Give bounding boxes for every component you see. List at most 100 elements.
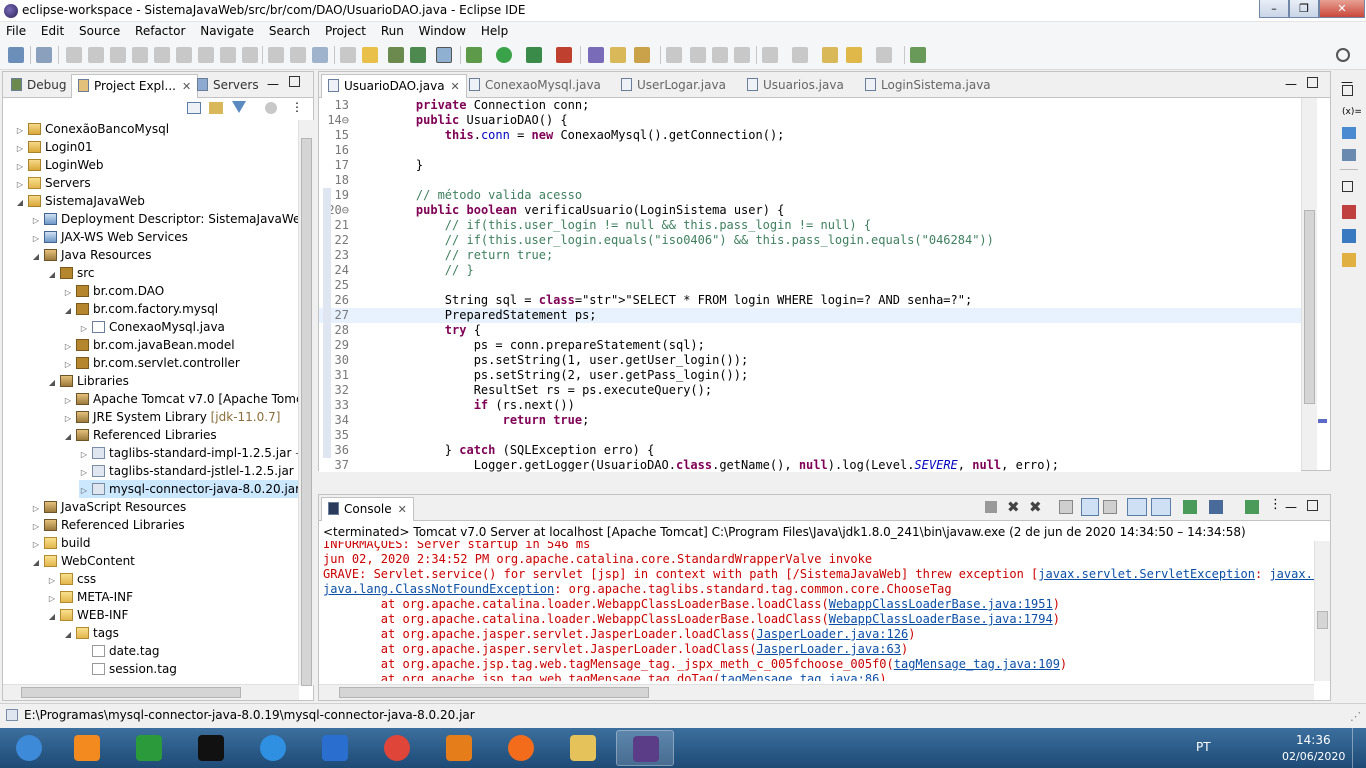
run-icon[interactable] bbox=[496, 47, 512, 63]
close-tab-icon[interactable]: ✕ bbox=[398, 503, 407, 516]
code-line[interactable]: 20⊖ public boolean verificaUsuario(Login… bbox=[319, 203, 1301, 218]
code-line[interactable]: 16 bbox=[319, 143, 1301, 158]
new-package-icon[interactable] bbox=[610, 47, 626, 63]
code-line[interactable]: 35 bbox=[319, 428, 1301, 443]
menu-run[interactable]: Run bbox=[375, 22, 409, 38]
search-tool-icon[interactable] bbox=[666, 47, 682, 63]
menu-refactor[interactable]: Refactor bbox=[129, 22, 190, 38]
tree-item[interactable]: ◢ WebContent bbox=[31, 552, 135, 570]
variables-icon[interactable]: (x)= bbox=[1342, 107, 1362, 117]
clock-date[interactable]: 02/06/2020 bbox=[1282, 750, 1345, 763]
tree-item[interactable]: ▷taglibs-standard-impl-1.2.5.jar - E:\I bbox=[79, 444, 299, 462]
toggle-ant-editor-icon[interactable] bbox=[690, 47, 706, 63]
step-over-icon[interactable] bbox=[176, 47, 192, 63]
step-into-icon[interactable] bbox=[154, 47, 170, 63]
tree-item[interactable]: ◢ Referenced Libraries bbox=[63, 426, 217, 444]
tree-item[interactable]: date.tag bbox=[79, 642, 160, 660]
tree-item[interactable]: ◢ br.com.factory.mysql bbox=[63, 300, 218, 318]
code-line[interactable]: 23 // return true; bbox=[319, 248, 1301, 263]
tree-item[interactable]: ▷ Deployment Descriptor: SistemaJavaWeb bbox=[31, 210, 299, 228]
menu-help[interactable]: Help bbox=[475, 22, 513, 38]
open-type-icon[interactable] bbox=[312, 47, 328, 63]
last-edit-location-icon[interactable] bbox=[822, 47, 838, 63]
tab-userlogar[interactable]: UserLogar.java bbox=[615, 74, 732, 98]
maximize-console-icon[interactable] bbox=[1307, 500, 1318, 511]
external-tools-icon[interactable] bbox=[556, 47, 572, 63]
tree-item[interactable]: ▷ ConexãoBancoMysql bbox=[15, 120, 169, 138]
build-icon[interactable] bbox=[362, 47, 378, 63]
minimize-editor-icon[interactable]: — bbox=[1285, 77, 1297, 91]
show-on-stderr-icon[interactable] bbox=[1151, 498, 1171, 516]
code-line[interactable]: 18 bbox=[319, 173, 1301, 188]
java-ee-icon[interactable] bbox=[388, 47, 404, 63]
open-perspective-icon[interactable] bbox=[910, 47, 926, 63]
menu-edit[interactable]: Edit bbox=[35, 22, 69, 38]
minimize-button[interactable]: – bbox=[1259, 0, 1289, 18]
code-line[interactable]: 33 if (rs.next()) bbox=[319, 398, 1301, 413]
expand-icon[interactable]: ◢ bbox=[15, 194, 25, 212]
toggle-mark-occurrences-icon[interactable] bbox=[436, 47, 452, 63]
code-line[interactable]: 36 } catch (SQLException erro) { bbox=[319, 443, 1301, 458]
stack-trace-link[interactable]: WebappClassLoaderBase.java:1794 bbox=[829, 612, 1053, 626]
tree-item[interactable]: ▷ br.com.servlet.controller bbox=[63, 354, 240, 372]
menu-navigate[interactable]: Navigate bbox=[194, 22, 259, 38]
tree-item[interactable]: ▷ br.com.DAO bbox=[63, 282, 164, 300]
chrome-taskbar-button[interactable] bbox=[368, 730, 426, 766]
skip-breakpoints-icon[interactable] bbox=[36, 47, 52, 63]
code-line[interactable]: 21 // if(this.user_login != null && this… bbox=[319, 218, 1301, 233]
tree-item[interactable]: ▷ Referenced Libraries bbox=[31, 516, 185, 534]
view-options-icon[interactable] bbox=[265, 102, 277, 114]
stack-trace-link[interactable]: WebappClassLoaderBase.java:1951 bbox=[829, 597, 1053, 611]
palette-icon[interactable] bbox=[1342, 253, 1356, 267]
tree-item[interactable]: ▷ Login01 bbox=[15, 138, 93, 156]
tab-usuariodao[interactable]: UsuarioDAO.java ✕ bbox=[321, 74, 467, 98]
tab-conexaomysql[interactable]: ConexaoMysql.java bbox=[463, 74, 607, 98]
sublime-text-taskbar-button[interactable] bbox=[430, 730, 488, 766]
tree-item[interactable]: ▷taglibs-standard-jstlel-1.2.5.jar - E:\… bbox=[79, 462, 299, 480]
editor-vertical-scrollbar[interactable] bbox=[1301, 98, 1317, 470]
firefox-taskbar-button[interactable] bbox=[492, 730, 550, 766]
windows-start-taskbar-button[interactable] bbox=[0, 730, 58, 766]
expressions-icon[interactable] bbox=[1342, 149, 1356, 161]
maximize-view-icon[interactable] bbox=[289, 76, 300, 87]
code-line[interactable]: 27 PreparedStatement ps; bbox=[319, 308, 1301, 323]
tree-item[interactable]: session.tag bbox=[79, 660, 177, 678]
code-line[interactable]: 34 return true; bbox=[319, 413, 1301, 428]
tree-item[interactable]: ▷mysql-connector-java-8.0.20.jar - E: bbox=[79, 480, 299, 498]
open-console-icon[interactable] bbox=[1245, 500, 1259, 514]
remove-all-launches-icon[interactable]: ✖ bbox=[1029, 498, 1042, 516]
breakpoints-icon[interactable] bbox=[1342, 127, 1356, 139]
expand-icon[interactable]: ◢ bbox=[63, 626, 73, 644]
tree-item[interactable]: ▷ ConexaoMysql.java bbox=[79, 318, 225, 336]
code-line[interactable]: 30 ps.setString(1, user.getUser_login())… bbox=[319, 353, 1301, 368]
tree-item[interactable]: ▷ JavaScript Resources bbox=[31, 498, 186, 516]
tab-usuarios[interactable]: Usuarios.java bbox=[741, 74, 850, 98]
code-line[interactable]: 28 try { bbox=[319, 323, 1301, 338]
console-horizontal-scrollbar[interactable] bbox=[319, 684, 1314, 700]
file-explorer-taskbar-button[interactable] bbox=[554, 730, 612, 766]
new-icon[interactable] bbox=[8, 47, 24, 63]
internet-explorer-taskbar-button[interactable] bbox=[244, 730, 302, 766]
tree-item[interactable]: ▷ css bbox=[47, 570, 96, 588]
tab-servers[interactable]: Servers bbox=[191, 74, 265, 98]
tree-item[interactable]: ▷ JRE System Library [jdk-11.0.7] bbox=[63, 408, 280, 426]
tab-loginsistema[interactable]: LoginSistema.java bbox=[859, 74, 997, 98]
code-line[interactable]: 26 String sql = class="str">"SELECT * FR… bbox=[319, 293, 1301, 308]
expand-icon[interactable]: ◢ bbox=[63, 302, 73, 320]
stack-trace-link[interactable]: JasperLoader.java:126 bbox=[756, 627, 908, 641]
search-icon[interactable] bbox=[1336, 48, 1350, 62]
console-vertical-scrollbar[interactable] bbox=[1314, 541, 1330, 681]
debug-run-icon[interactable] bbox=[466, 47, 482, 63]
code-line[interactable]: 37 Logger.getLogger(UsuarioDAO.class.get… bbox=[319, 458, 1301, 472]
cmd-taskbar-button[interactable] bbox=[182, 730, 240, 766]
tree-item[interactable]: ◢ tags bbox=[63, 624, 119, 642]
terminate-icon[interactable] bbox=[110, 47, 126, 63]
maximize-editor-icon[interactable] bbox=[1307, 77, 1318, 88]
code-line[interactable]: 15 this.conn = new ConexaoMysql().getCon… bbox=[319, 128, 1301, 143]
tree-horizontal-scrollbar[interactable] bbox=[3, 684, 299, 700]
view-menu-icon[interactable]: ⋮ bbox=[291, 100, 303, 114]
save-icon[interactable] bbox=[268, 47, 284, 63]
task-list-icon[interactable] bbox=[1342, 229, 1356, 243]
menu-project[interactable]: Project bbox=[319, 22, 371, 38]
maximize-trim-icon[interactable] bbox=[1342, 181, 1353, 192]
